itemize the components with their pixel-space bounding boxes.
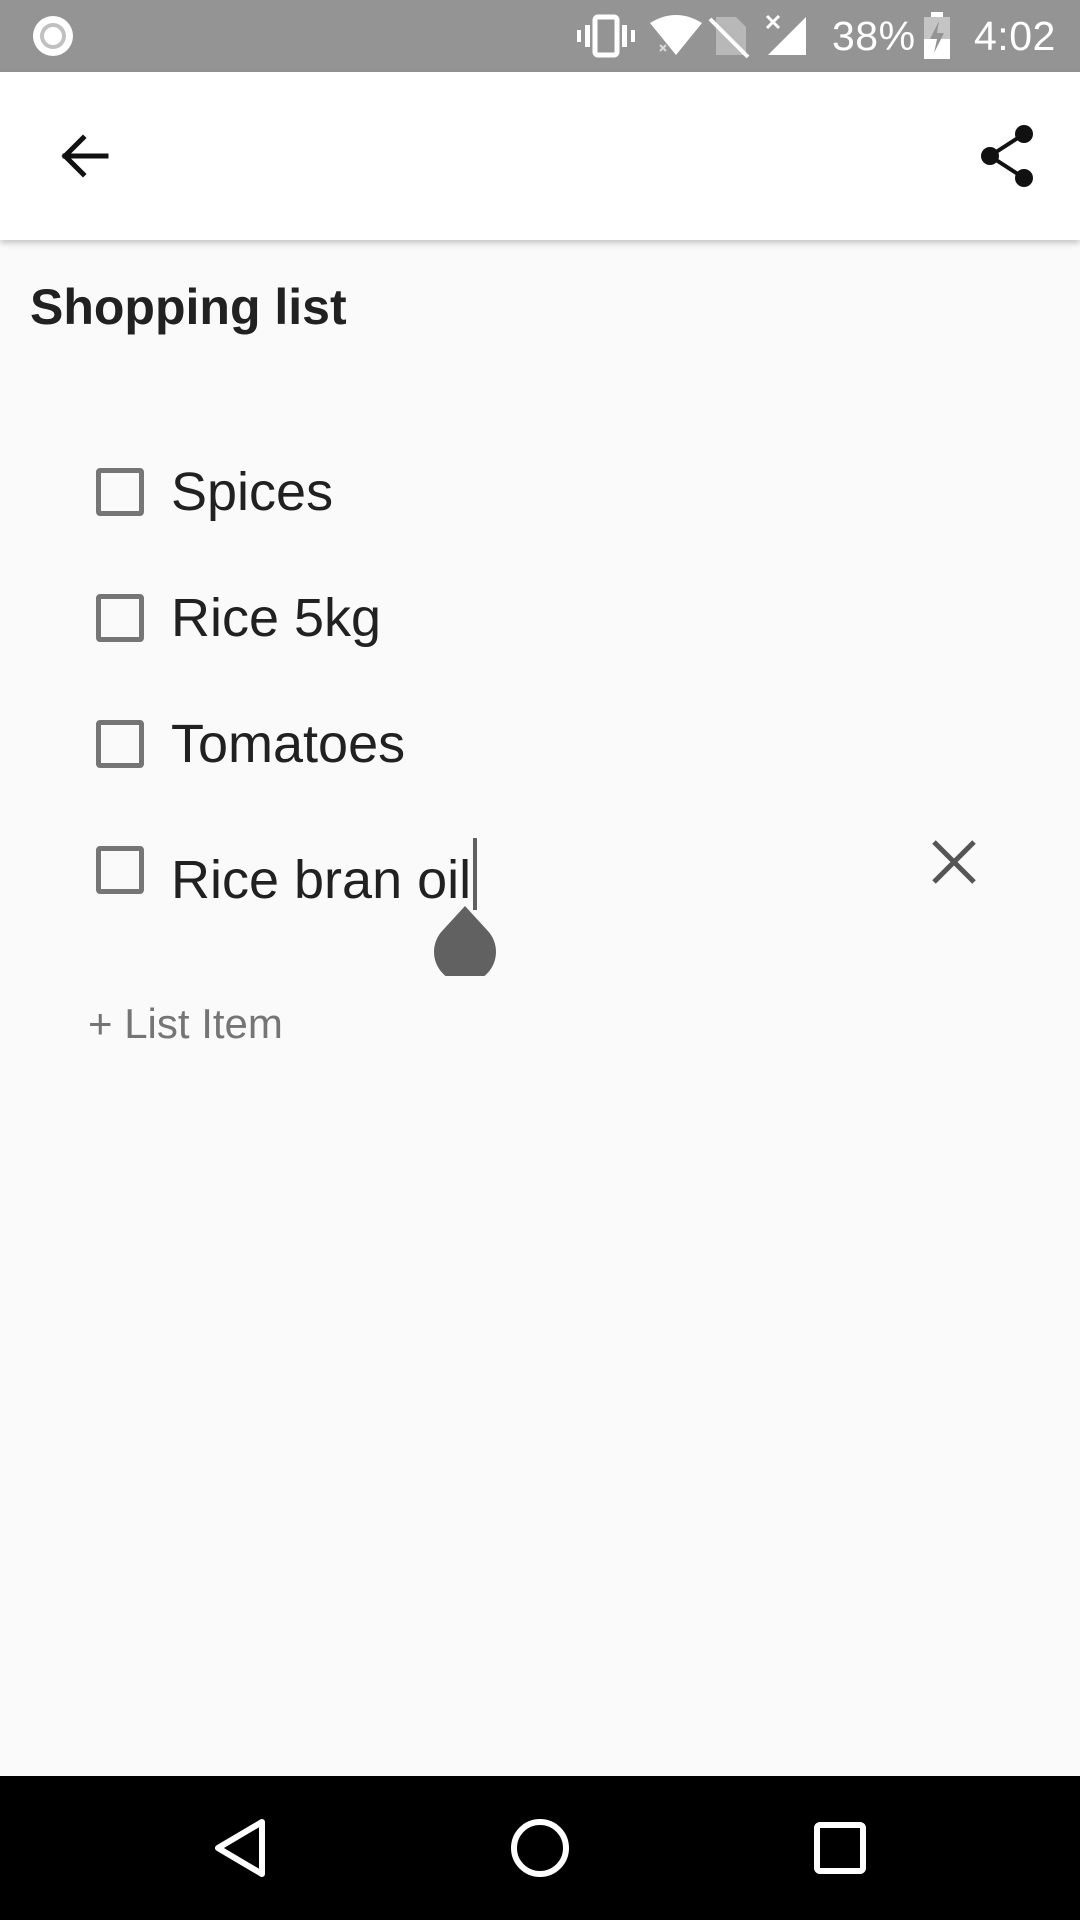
arrow-back-icon (61, 134, 109, 178)
item-text-input[interactable]: Rice bran oil (171, 838, 478, 912)
nav-home-button[interactable] (490, 1798, 590, 1898)
item-text[interactable]: Tomatoes (171, 712, 405, 776)
vibrate-icon (576, 0, 636, 72)
battery-charging-icon (922, 0, 952, 72)
close-icon (932, 840, 976, 884)
note-title[interactable]: Shopping list (30, 278, 347, 336)
status-bar: 38% 4:02 (0, 0, 1080, 72)
navigation-bar (0, 1776, 1080, 1920)
item-checkbox[interactable] (96, 720, 144, 768)
item-text-value: Rice bran oil (171, 850, 472, 910)
recents-square-icon (814, 1822, 866, 1874)
battery-percent-text: 38% (832, 12, 916, 59)
list-item: Tomatoes (0, 682, 1080, 808)
item-checkbox[interactable] (96, 846, 144, 894)
item-text[interactable]: Spices (171, 460, 333, 524)
notification-dot-icon (30, 0, 76, 72)
signal-no-data-icon (764, 0, 810, 72)
add-list-item-button[interactable]: + List Item (88, 1000, 283, 1048)
back-button[interactable] (36, 108, 132, 204)
nav-back-button[interactable] (190, 1798, 290, 1898)
remove-item-button[interactable] (908, 816, 1000, 908)
list-item: Rice 5kg (0, 556, 1080, 682)
home-circle-icon (511, 1819, 569, 1877)
item-checkbox[interactable] (96, 594, 144, 642)
back-triangle-icon (215, 1819, 265, 1877)
wifi-icon (648, 0, 704, 72)
cursor-handle[interactable] (434, 906, 496, 983)
text-cursor (473, 838, 478, 910)
share-icon (981, 125, 1033, 187)
no-sim-icon (706, 0, 752, 72)
item-text[interactable]: Rice 5kg (171, 586, 381, 650)
item-checkbox[interactable] (96, 468, 144, 516)
clock-text: 4:02 (974, 12, 1056, 59)
list-item: Spices (0, 430, 1080, 556)
share-button[interactable] (960, 108, 1056, 204)
app-bar (0, 72, 1080, 240)
nav-recents-button[interactable] (790, 1798, 890, 1898)
